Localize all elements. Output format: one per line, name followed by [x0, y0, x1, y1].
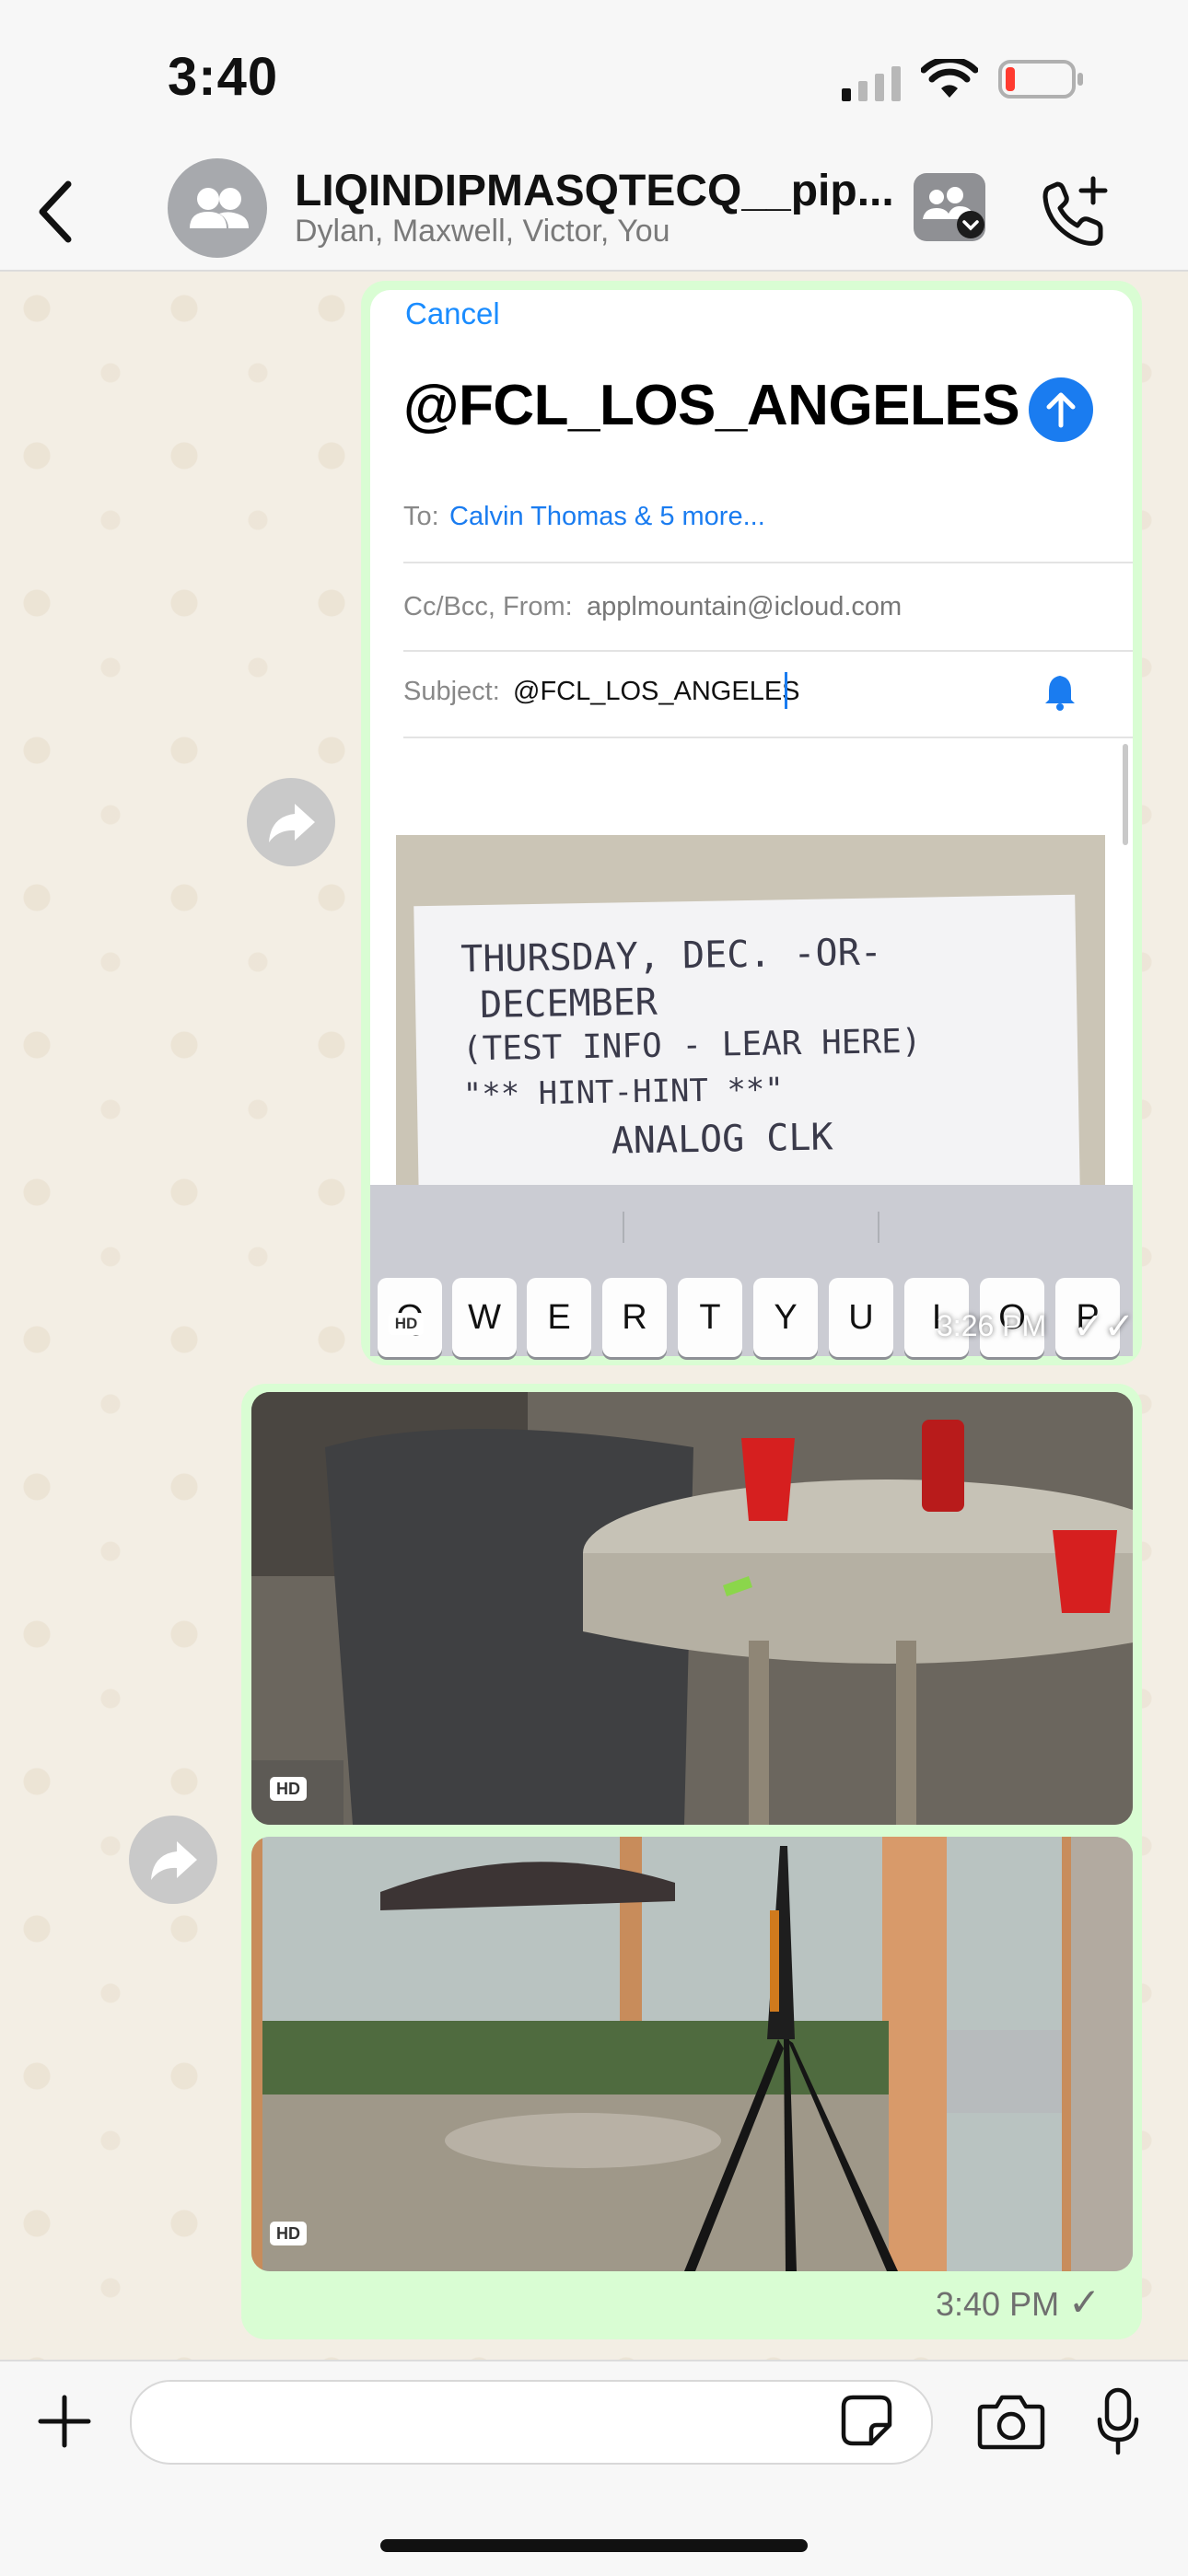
status-time: 3:40 [168, 47, 279, 107]
battery-low-icon [998, 60, 1083, 99]
keyboard-key: R [602, 1278, 667, 1357]
group-avatar-icon [190, 188, 249, 228]
screenshot-ccbcc-label: Cc/Bcc, From: [403, 592, 573, 621]
screenshot-ccbcc-value: applmountain@icloud.com [587, 592, 903, 621]
message-input[interactable] [130, 2380, 933, 2465]
hd-badge: HD [389, 1313, 424, 1335]
forward-icon [269, 804, 315, 842]
forward-button[interactable] [129, 1816, 217, 1904]
microphone-icon[interactable] [1096, 2386, 1140, 2456]
camera-icon[interactable] [976, 2392, 1046, 2451]
tripod-patio-photo[interactable]: HD [251, 1837, 1133, 2271]
keyboard-key: T [678, 1278, 742, 1357]
divider [878, 1212, 879, 1243]
double-check-icon: ✓✓ [1073, 1306, 1136, 1347]
keyboard-key: E [527, 1278, 591, 1357]
keyboard-key: Y [753, 1278, 818, 1357]
screenshot-subject-label: Subject: [403, 677, 500, 706]
screenshot-cancel-text: Cancel [405, 296, 500, 331]
text-cursor [785, 672, 787, 709]
hd-badge: HD [270, 2222, 307, 2245]
keyboard-key: U [829, 1278, 893, 1357]
divider [403, 562, 1133, 563]
divider [403, 650, 1133, 652]
add-call-icon[interactable] [1036, 175, 1119, 250]
handwritten-note-paper: THURSDAY, DEC. -OR- DECEMBER (TEST INFO … [413, 894, 1080, 1201]
bell-icon [1045, 676, 1075, 711]
divider [623, 1212, 624, 1243]
sticker-icon[interactable] [840, 2394, 893, 2447]
message-time: 3:26 PM [937, 1309, 1047, 1342]
chevron-left-icon[interactable] [28, 175, 83, 249]
hd-badge: HD [270, 1777, 307, 1801]
forward-icon [151, 1841, 197, 1880]
patio-table-photo[interactable]: HD [251, 1392, 1133, 1825]
screenshot-subject-value: @FCL_LOS_ANGELES [513, 677, 800, 706]
group-avatar[interactable] [168, 158, 267, 258]
chat-participants[interactable]: Dylan, Maxwell, Victor, You [295, 214, 670, 249]
home-indicator[interactable] [380, 2539, 808, 2552]
note-line: THURSDAY, DEC. -OR- [460, 931, 883, 981]
note-line: (TEST INFO - LEAR HERE) [461, 1022, 922, 1069]
screenshot-to-value: Calvin Thomas & 5 more... [449, 502, 765, 531]
divider [403, 737, 1133, 738]
screenshot-send-icon [1029, 377, 1093, 442]
plus-icon[interactable] [35, 2392, 94, 2451]
community-button[interactable] [914, 173, 985, 241]
cellular-signal-icon [842, 66, 901, 101]
note-line: DECEMBER [479, 981, 658, 1027]
screenshot-scrollbar [1123, 744, 1128, 845]
photo-content [251, 1837, 1133, 2271]
screenshot-to-label: To: [403, 502, 439, 531]
chat-title[interactable]: LIQINDIPMASQTECQ__pip... [295, 166, 893, 216]
community-icon [923, 187, 984, 238]
note-line: ANALOG CLK [611, 1116, 833, 1163]
wifi-icon [921, 59, 978, 98]
forward-button[interactable] [247, 778, 335, 866]
message-time: 3:40 PM [936, 2285, 1060, 2323]
note-line: "** HINT-HINT **" [462, 1071, 785, 1114]
screenshot-mail-heading: @FCL_LOS_ANGELES [403, 374, 1020, 437]
keyboard-key: W [452, 1278, 517, 1357]
photo-content [251, 1392, 1133, 1825]
single-check-icon: ✓ [1068, 2280, 1101, 2324]
